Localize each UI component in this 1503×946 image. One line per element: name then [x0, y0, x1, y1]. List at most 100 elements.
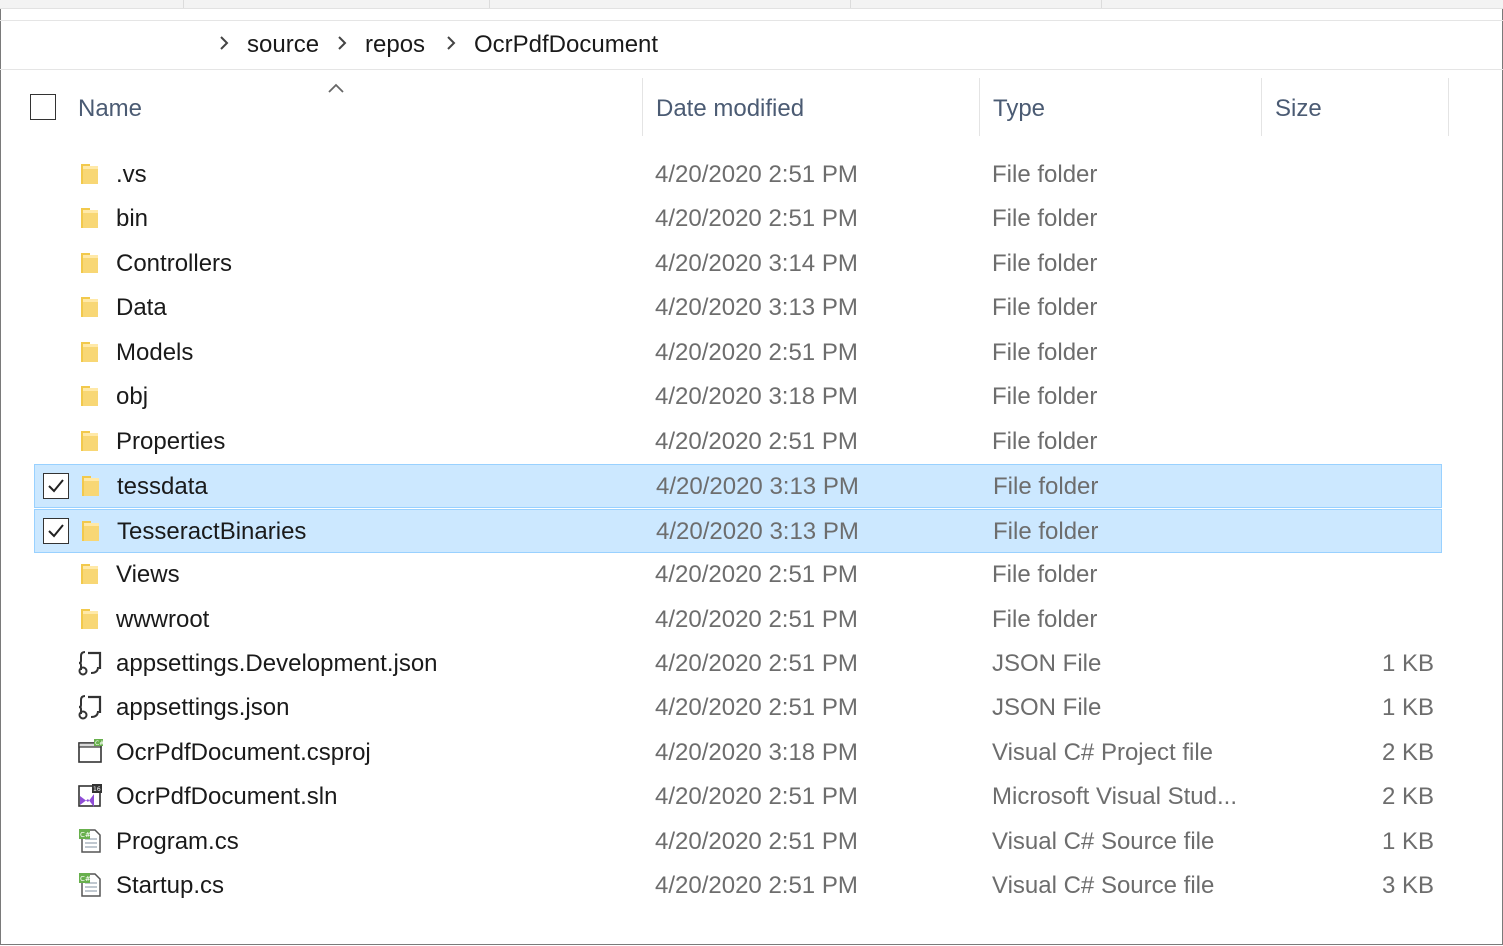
file-row[interactable]: appsettings.Development.json 4/20/2020 2:… — [34, 642, 1442, 686]
sln-file-icon: 16 — [76, 782, 104, 810]
breadcrumb-source[interactable]: source — [247, 31, 319, 59]
folder-icon — [76, 293, 104, 321]
file-date: 4/20/2020 2:51 PM — [655, 427, 858, 455]
file-name: appsettings.Development.json — [116, 649, 438, 677]
file-type: File folder — [992, 427, 1098, 455]
file-row[interactable]: Data 4/20/2020 3:13 PM File folder — [34, 286, 1442, 330]
column-divider[interactable] — [1261, 78, 1262, 136]
file-row[interactable]: bin 4/20/2020 2:51 PM File folder — [34, 197, 1442, 241]
file-name: Properties — [116, 427, 226, 455]
checkmark-icon — [48, 523, 64, 538]
column-type[interactable]: Type — [993, 94, 1045, 124]
file-date: 4/20/2020 2:51 PM — [655, 783, 858, 811]
file-type: File folder — [993, 473, 1099, 501]
file-date: 4/20/2020 3:18 PM — [655, 738, 858, 766]
breadcrumb-repos[interactable]: repos — [365, 31, 425, 59]
file-type: JSON File — [992, 649, 1102, 677]
file-row[interactable]: obj 4/20/2020 3:18 PM File folder — [34, 375, 1442, 419]
file-size: 1 KB — [1381, 694, 1434, 722]
address-bar[interactable]: source repos OcrPdfDocument — [0, 20, 1503, 70]
file-row[interactable]: Controllers 4/20/2020 3:14 PM File folder — [34, 242, 1442, 286]
svg-text:C#: C# — [80, 875, 91, 883]
folder-icon — [77, 472, 105, 500]
chevron-right-icon[interactable] — [441, 33, 461, 53]
file-row[interactable]: C# Program.cs 4/20/2020 2:51 PM Visual C# S… — [34, 820, 1442, 864]
file-row[interactable]: appsettings.json 4/20/2020 2:51 PM JSON Fi… — [34, 686, 1442, 730]
file-name: Program.cs — [116, 827, 239, 855]
file-type: File folder — [993, 517, 1099, 545]
folder-icon — [76, 249, 104, 277]
file-row[interactable]: TesseractBinaries 4/20/2020 3:13 PM File f… — [34, 508, 1442, 553]
file-date: 4/20/2020 2:51 PM — [655, 338, 858, 366]
file-row[interactable]: wwwroot 4/20/2020 2:51 PM File folder — [34, 598, 1442, 642]
folder-icon — [76, 338, 104, 366]
folder-icon — [76, 382, 104, 410]
column-name[interactable]: Name — [78, 94, 142, 124]
file-size: 1 KB — [1381, 827, 1434, 855]
cs-file-icon: C# — [76, 871, 104, 899]
file-date: 4/20/2020 3:14 PM — [655, 249, 858, 277]
file-row[interactable]: .vs 4/20/2020 2:51 PM File folder — [34, 153, 1442, 197]
file-type: File folder — [992, 561, 1098, 589]
file-name: appsettings.json — [116, 694, 290, 722]
file-date: 4/20/2020 3:13 PM — [656, 517, 859, 545]
file-name: .vs — [116, 161, 147, 188]
file-row[interactable]: Views 4/20/2020 2:51 PM File folder — [34, 553, 1442, 597]
folder-icon — [76, 605, 104, 633]
file-date: 4/20/2020 2:51 PM — [655, 872, 858, 900]
row-checkbox[interactable] — [43, 517, 69, 544]
file-name: Views — [116, 561, 180, 589]
file-row[interactable]: C# Startup.cs 4/20/2020 2:51 PM Visual C# S… — [34, 864, 1442, 908]
checkmark-icon — [48, 479, 64, 493]
svg-text:C#: C# — [95, 740, 104, 747]
file-type: Visual C# Source file — [992, 827, 1215, 855]
svg-text:16: 16 — [93, 786, 101, 793]
folder-icon — [77, 517, 105, 545]
toolbar-segment — [851, 0, 1102, 8]
file-name: Data — [116, 294, 167, 322]
cs-file-icon: C# — [76, 827, 104, 855]
file-size: 3 KB — [1381, 872, 1434, 900]
breadcrumb-ocrpdfdocument[interactable]: OcrPdfDocument — [474, 31, 658, 59]
select-all-checkbox[interactable] — [30, 94, 56, 120]
file-type: Visual C# Project file — [992, 738, 1213, 766]
file-name: OcrPdfDocument.sln — [116, 783, 338, 811]
file-date: 4/20/2020 3:13 PM — [655, 294, 858, 322]
file-date: 4/20/2020 2:51 PM — [655, 561, 858, 589]
file-row[interactable]: Models 4/20/2020 2:51 PM File folder — [34, 331, 1442, 375]
file-row[interactable]: tessdata 4/20/2020 3:13 PM File folder — [34, 464, 1442, 509]
file-date: 4/20/2020 3:18 PM — [655, 383, 858, 411]
file-date: 4/20/2020 2:51 PM — [655, 205, 858, 233]
column-divider[interactable] — [642, 78, 643, 136]
file-row[interactable]: C# OcrPdfDocument.csproj 4/20/2020 3:18 PM… — [34, 731, 1442, 775]
file-size: 2 KB — [1381, 783, 1434, 811]
file-row[interactable]: 16 OcrPdfDocument.sln 4/20/2020 2:51 PM Mic… — [34, 775, 1442, 819]
column-divider[interactable] — [1448, 78, 1449, 136]
json-file-icon — [76, 693, 104, 721]
folder-icon — [76, 560, 104, 588]
file-row[interactable]: Properties 4/20/2020 2:51 PM File folder — [34, 420, 1442, 464]
column-date-modified[interactable]: Date modified — [656, 94, 804, 124]
column-divider[interactable] — [979, 78, 980, 136]
file-type: File folder — [992, 205, 1098, 233]
column-size[interactable]: Size — [1275, 94, 1322, 124]
file-type: Microsoft Visual Stud... — [992, 783, 1237, 811]
file-name: TesseractBinaries — [117, 517, 307, 545]
chevron-right-icon[interactable] — [214, 33, 234, 53]
folder-icon — [76, 204, 104, 232]
row-checkbox[interactable] — [43, 473, 69, 500]
toolbar-segment — [184, 0, 490, 8]
file-type: JSON File — [992, 694, 1102, 722]
chevron-right-icon[interactable] — [332, 33, 352, 53]
file-date: 4/20/2020 2:51 PM — [655, 827, 858, 855]
file-type: File folder — [992, 338, 1098, 366]
file-name: Startup.cs — [116, 872, 225, 900]
toolbar-strip — [0, 0, 1503, 9]
file-name: tessdata — [117, 473, 208, 501]
file-date: 4/20/2020 2:51 PM — [655, 161, 858, 188]
file-name: obj — [116, 383, 149, 411]
file-type: File folder — [992, 249, 1098, 277]
file-type: File folder — [992, 383, 1098, 411]
file-type: Visual C# Source file — [992, 872, 1215, 900]
folder-icon — [76, 160, 104, 188]
